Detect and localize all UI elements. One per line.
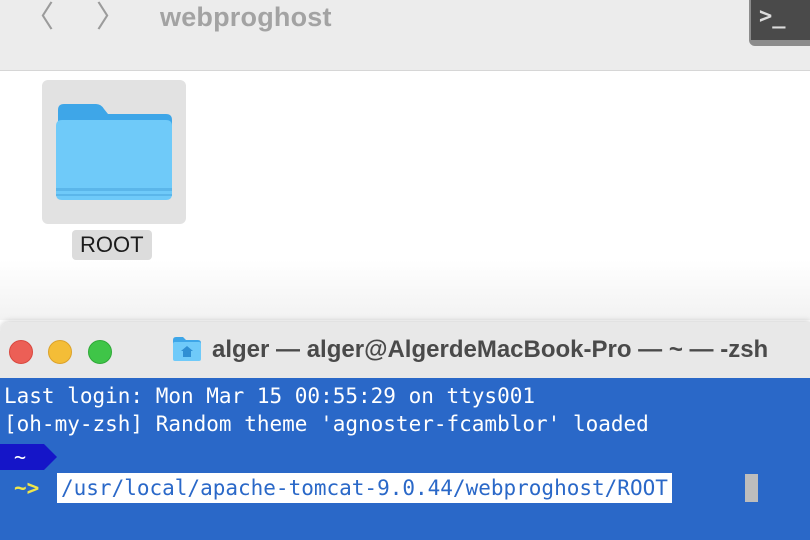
prompt-arrow: ~> <box>14 476 40 500</box>
forward-button[interactable]: 〉 <box>96 0 126 36</box>
prompt-segment-text: ~ <box>14 445 27 469</box>
text-cursor <box>745 474 758 502</box>
folder-item-root[interactable]: ROOT <box>42 80 186 260</box>
terminal-titlebar: alger — alger@AlgerdeMacBook-Pro — ~ — -… <box>0 322 810 379</box>
command-input[interactable]: /usr/local/apache-tomcat-9.0.44/webprogh… <box>57 473 672 503</box>
folder-tile[interactable] <box>42 80 186 224</box>
folder-icon <box>56 104 172 200</box>
close-button[interactable] <box>9 340 33 364</box>
folder-label[interactable]: ROOT <box>72 230 152 260</box>
terminal-line: Last login: Mon Mar 15 00:55:29 on ttys0… <box>4 384 536 408</box>
terminal-icon: >_ <box>759 4 786 29</box>
terminal-line: [oh-my-zsh] Random theme 'agnoster-fcamb… <box>4 412 649 436</box>
minimize-button[interactable] <box>48 340 72 364</box>
finder-toolbar: 〈 〉 webproghost >_ <box>0 0 810 71</box>
prompt-segment: ~ <box>0 444 57 470</box>
home-folder-icon <box>173 337 201 361</box>
zoom-button[interactable] <box>88 340 112 364</box>
back-button[interactable]: 〈 <box>24 0 54 36</box>
finder-background <box>0 260 810 320</box>
terminal-title: alger — alger@AlgerdeMacBook-Pro — ~ — -… <box>212 336 769 363</box>
terminal-body[interactable]: Last login: Mon Mar 15 00:55:29 on ttys0… <box>0 378 810 540</box>
open-terminal-button[interactable]: >_ <box>749 0 810 46</box>
terminal-window: alger — alger@AlgerdeMacBook-Pro — ~ — -… <box>0 322 810 540</box>
folder-title: webproghost <box>160 2 332 32</box>
